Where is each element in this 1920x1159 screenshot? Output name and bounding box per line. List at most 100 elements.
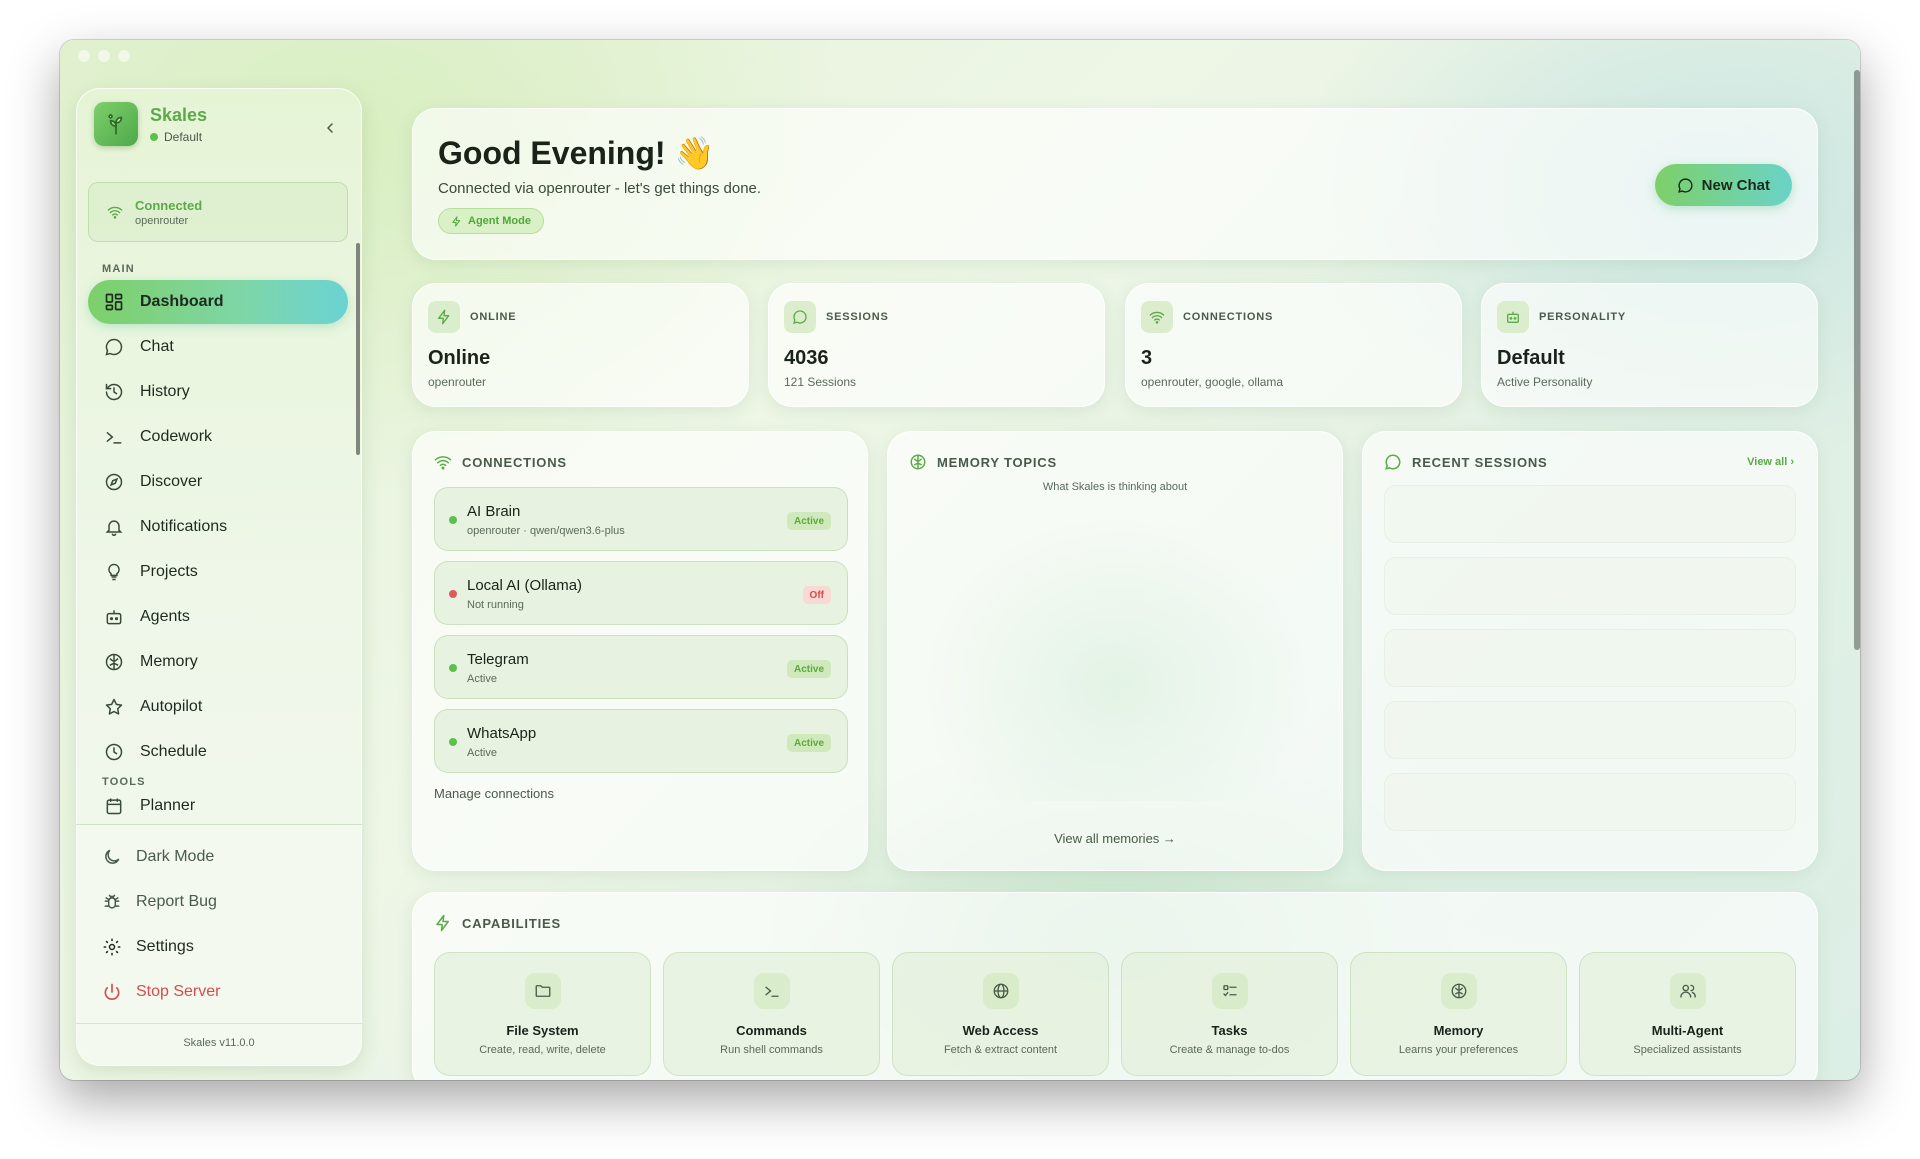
report-bug-button[interactable]: Report Bug <box>102 892 217 912</box>
app-window: Skales Default Connected openrouter MAIN… <box>60 40 1860 1080</box>
brand-name: Skales <box>150 104 208 125</box>
new-chat-button[interactable]: New Chat <box>1654 164 1792 206</box>
stat-sub: 121 Sessions <box>784 375 857 389</box>
history-icon <box>105 383 123 401</box>
sidebar-item-schedule[interactable]: Schedule <box>88 730 348 774</box>
sidebar-item-projects[interactable]: Projects <box>88 550 348 594</box>
settings-label: Settings <box>136 938 194 955</box>
status-dot <box>449 590 457 598</box>
view-all-sessions-link[interactable]: View all › <box>1747 456 1794 468</box>
capability-file-system[interactable]: File System Create, read, write, delete <box>434 952 651 1076</box>
bell-icon <box>105 520 123 537</box>
sidebar-item-autopilot[interactable]: Autopilot <box>88 685 348 729</box>
connection-status[interactable]: Connected openrouter <box>88 182 348 242</box>
bug-icon <box>104 894 120 909</box>
collapse-sidebar-button[interactable] <box>320 118 340 138</box>
capability-web-access[interactable]: Web Access Fetch & extract content <box>892 952 1109 1076</box>
stat-value: Default <box>1497 347 1565 369</box>
clock-icon <box>105 743 123 761</box>
settings-button[interactable]: Settings <box>102 937 194 957</box>
stat-card-sessions: SESSIONS 4036 121 Sessions <box>768 283 1105 407</box>
stat-label: PERSONALITY <box>1539 311 1627 323</box>
compass-icon <box>105 473 123 491</box>
sidebar-item-chat[interactable]: Chat <box>88 325 348 369</box>
sidebar-item-codework[interactable]: Codework <box>88 415 348 459</box>
capability-title: File System <box>506 1023 579 1038</box>
sidebar-item-label: Notifications <box>140 518 228 535</box>
brand: Skales Default <box>94 102 207 146</box>
chevron-left-icon <box>327 123 333 133</box>
stat-label: ONLINE <box>470 311 517 323</box>
connections-panel: CONNECTIONS AI Brain openrouter · qwen/q… <box>412 431 868 871</box>
sidebar-item-dashboard[interactable]: Dashboard <box>88 280 348 324</box>
greeting-title: Good Evening! 👋 <box>438 135 715 171</box>
session-placeholder <box>1384 557 1796 615</box>
tools-section-label: TOOLS <box>102 776 146 788</box>
connection-row-telegram[interactable]: Telegram Active Active <box>434 635 848 699</box>
divider <box>76 1023 362 1024</box>
main-scrollbar[interactable] <box>1854 70 1860 650</box>
memory-topics-canvas[interactable] <box>917 511 1313 801</box>
folder-icon <box>524 973 561 1009</box>
sidebar-item-memory[interactable]: Memory <box>88 640 348 684</box>
connection-detail: Active <box>467 747 497 759</box>
wifi-icon <box>434 456 452 470</box>
connection-title: Connected <box>135 197 203 213</box>
agent-mode-badge[interactable]: Agent Mode <box>438 208 544 234</box>
bolt-icon <box>428 301 460 333</box>
sidebar: Skales Default Connected openrouter MAIN… <box>76 88 362 1066</box>
globe-icon <box>982 973 1019 1009</box>
main-section-label: MAIN <box>102 263 135 275</box>
sidebar-item-agents[interactable]: Agents <box>88 595 348 639</box>
sidebar-item-planner[interactable]: Planner <box>88 788 348 824</box>
capability-commands[interactable]: Commands Run shell commands <box>663 952 880 1076</box>
sidebar-item-label: Projects <box>140 563 198 580</box>
power-icon <box>104 983 120 1000</box>
sidebar-item-notifications[interactable]: Notifications <box>88 505 348 549</box>
capability-desc: Create, read, write, delete <box>479 1044 606 1056</box>
dark-mode-toggle[interactable]: Dark Mode <box>102 847 214 867</box>
manage-connections-link[interactable]: Manage connections <box>434 786 554 801</box>
wifi-icon <box>1141 301 1173 333</box>
sidebar-scrollbar[interactable] <box>356 243 360 455</box>
brain-icon <box>910 454 926 470</box>
panel-title: MEMORY TOPICS <box>937 454 1057 470</box>
close-window-button[interactable] <box>78 50 90 62</box>
terminal-icon <box>753 973 790 1009</box>
capability-title: Multi-Agent <box>1651 1023 1724 1038</box>
stat-value: 4036 <box>784 347 829 369</box>
maximize-window-button[interactable] <box>118 50 130 62</box>
sidebar-item-label: Autopilot <box>140 698 203 715</box>
status-dot <box>449 738 457 746</box>
minimize-window-button[interactable] <box>98 50 110 62</box>
status-badge: Active <box>786 660 831 678</box>
sidebar-item-label: Codework <box>140 428 213 445</box>
capability-tasks[interactable]: Tasks Create & manage to-dos <box>1121 952 1338 1076</box>
connection-row-whatsapp[interactable]: WhatsApp Active Active <box>434 709 848 773</box>
capability-title: Web Access <box>962 1023 1039 1038</box>
brain-icon <box>1440 973 1477 1009</box>
capability-memory[interactable]: Memory Learns your preferences <box>1350 952 1567 1076</box>
app-version: Skales v11.0.0 <box>183 1037 255 1049</box>
sidebar-item-label: Planner <box>140 797 196 814</box>
star-icon <box>105 698 123 715</box>
bot-icon <box>1497 301 1529 333</box>
view-all-memories-link[interactable]: View all memories → <box>887 831 1343 846</box>
brain-icon <box>105 653 123 671</box>
sidebar-item-label: Agents <box>140 608 190 625</box>
connection-row-ai-brain[interactable]: AI Brain openrouter · qwen/qwen3.6-plus … <box>434 487 848 551</box>
capability-desc: Run shell commands <box>720 1044 823 1056</box>
capability-title: Commands <box>736 1023 807 1038</box>
connection-row-ollama[interactable]: Local AI (Ollama) Not running Off <box>434 561 848 625</box>
chat-icon <box>784 301 816 333</box>
agent-mode-label: Agent Mode <box>468 215 531 227</box>
sidebar-item-discover[interactable]: Discover <box>88 460 348 504</box>
brand-status: Default <box>164 129 203 144</box>
stat-sub: openrouter, google, ollama <box>1141 375 1284 389</box>
capability-multi-agent[interactable]: Multi-Agent Specialized assistants <box>1579 952 1796 1076</box>
status-badge: Active <box>786 512 831 530</box>
capability-desc: Specialized assistants <box>1633 1044 1742 1056</box>
sidebar-item-history[interactable]: History <box>88 370 348 414</box>
stop-server-button[interactable]: Stop Server <box>102 982 220 1002</box>
capability-title: Tasks <box>1211 1023 1248 1038</box>
